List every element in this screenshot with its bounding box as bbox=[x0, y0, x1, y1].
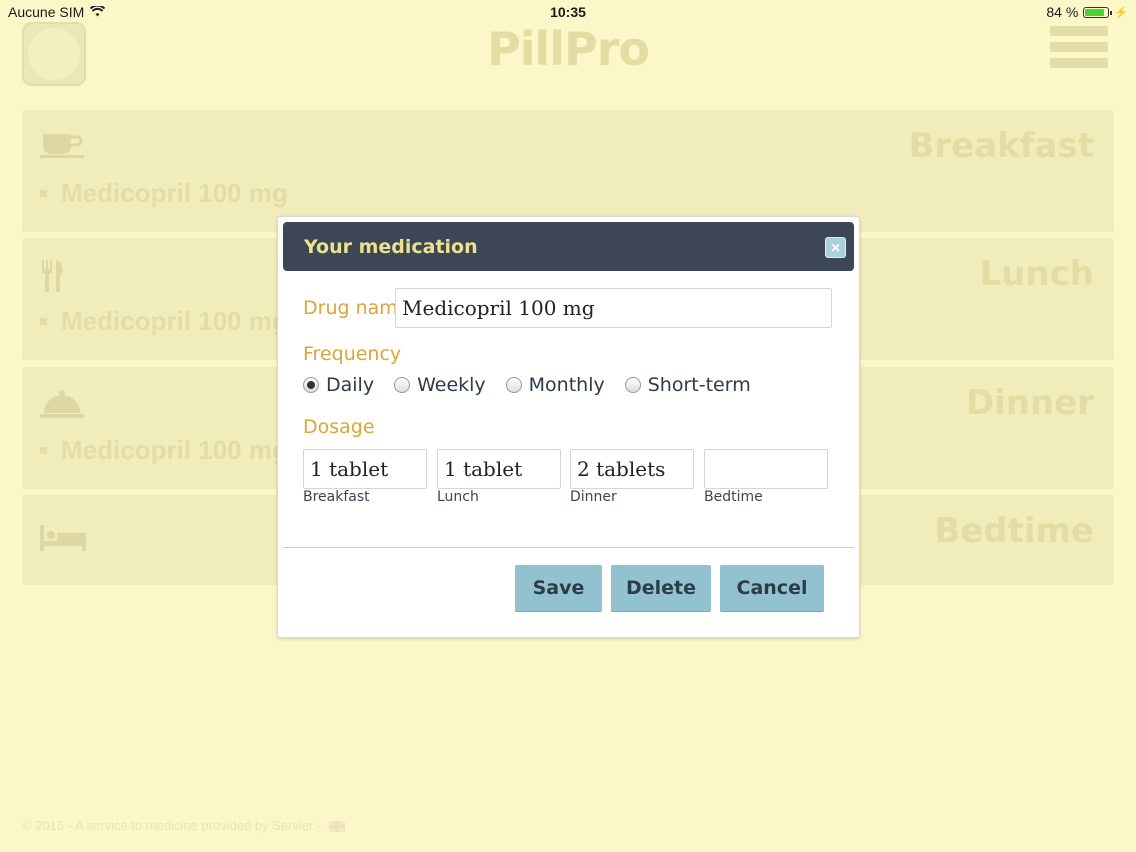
medication-dialog: Your medication × Drug name Medicopril 1… bbox=[277, 216, 860, 638]
fork-knife-icon bbox=[40, 260, 66, 300]
meal-item: Medicopril 100 mg bbox=[40, 178, 288, 209]
charging-icon: ⚡ bbox=[1114, 6, 1128, 19]
meal-item: Medicopril 100 mg bbox=[40, 306, 288, 337]
cloche-icon bbox=[40, 389, 84, 427]
dosage-dinner-label: Dinner bbox=[570, 489, 617, 505]
status-bar: Aucune SIM 10:35 84 % ⚡ bbox=[0, 0, 1136, 24]
radio-icon bbox=[505, 377, 522, 393]
cancel-button[interactable]: Cancel bbox=[720, 565, 824, 611]
frequency-label: Frequency bbox=[303, 343, 402, 365]
dialog-header: Your medication × bbox=[283, 222, 854, 271]
meal-title: Dinner bbox=[965, 383, 1094, 423]
footer-text: © 2016 - A service to medicine provided … bbox=[22, 818, 322, 833]
status-right: 84 % ⚡ bbox=[1046, 4, 1128, 20]
frequency-option-short-term[interactable]: Short-term bbox=[624, 374, 751, 396]
dosage-bedtime-label: Bedtime bbox=[704, 489, 763, 505]
cup-icon bbox=[40, 132, 84, 166]
app-title: PillPro bbox=[486, 22, 650, 76]
frequency-option-monthly[interactable]: Monthly bbox=[505, 374, 605, 396]
dosage-lunch-input[interactable]: 1 tablet bbox=[437, 449, 561, 489]
bed-icon bbox=[40, 525, 86, 559]
battery-icon bbox=[1083, 6, 1113, 18]
delete-button[interactable]: Delete bbox=[611, 565, 711, 611]
radio-icon bbox=[394, 377, 411, 393]
status-time: 10:35 bbox=[550, 4, 586, 20]
hamburger-menu-icon[interactable] bbox=[1050, 26, 1108, 74]
dosage-breakfast-input[interactable]: 1 tablet bbox=[303, 449, 427, 489]
drug-name-input[interactable]: Medicopril 100 mg bbox=[395, 288, 832, 328]
meal-title: Bedtime bbox=[934, 511, 1094, 551]
meal-title: Breakfast bbox=[908, 126, 1094, 166]
dosage-lunch-label: Lunch bbox=[437, 489, 479, 505]
uk-flag-icon[interactable] bbox=[328, 821, 345, 833]
radio-icon bbox=[624, 377, 641, 393]
meal-title: Lunch bbox=[979, 254, 1094, 294]
dosage-label: Dosage bbox=[303, 416, 375, 438]
dosage-breakfast-label: Breakfast bbox=[303, 489, 370, 505]
dosage-dinner-input[interactable]: 2 tablets bbox=[570, 449, 694, 489]
meal-card-breakfast[interactable]: Breakfast Medicopril 100 mg bbox=[22, 110, 1114, 232]
frequency-option-weekly[interactable]: Weekly bbox=[394, 374, 486, 396]
frequency-options: Daily Weekly Monthly Short-term bbox=[303, 374, 771, 396]
dosage-bedtime-input[interactable] bbox=[704, 449, 828, 489]
dialog-divider bbox=[283, 547, 854, 548]
frequency-option-daily[interactable]: Daily bbox=[303, 374, 374, 396]
drug-name-label: Drug name bbox=[303, 297, 410, 319]
battery-percent: 84 % bbox=[1046, 4, 1079, 20]
footer: © 2016 - A service to medicine provided … bbox=[22, 818, 345, 833]
radio-checked-icon bbox=[303, 377, 319, 393]
dialog-title: Your medication bbox=[304, 236, 478, 258]
close-button[interactable]: × bbox=[825, 237, 846, 258]
save-button[interactable]: Save bbox=[515, 565, 602, 611]
meal-item: Medicopril 100 mg bbox=[40, 435, 288, 466]
